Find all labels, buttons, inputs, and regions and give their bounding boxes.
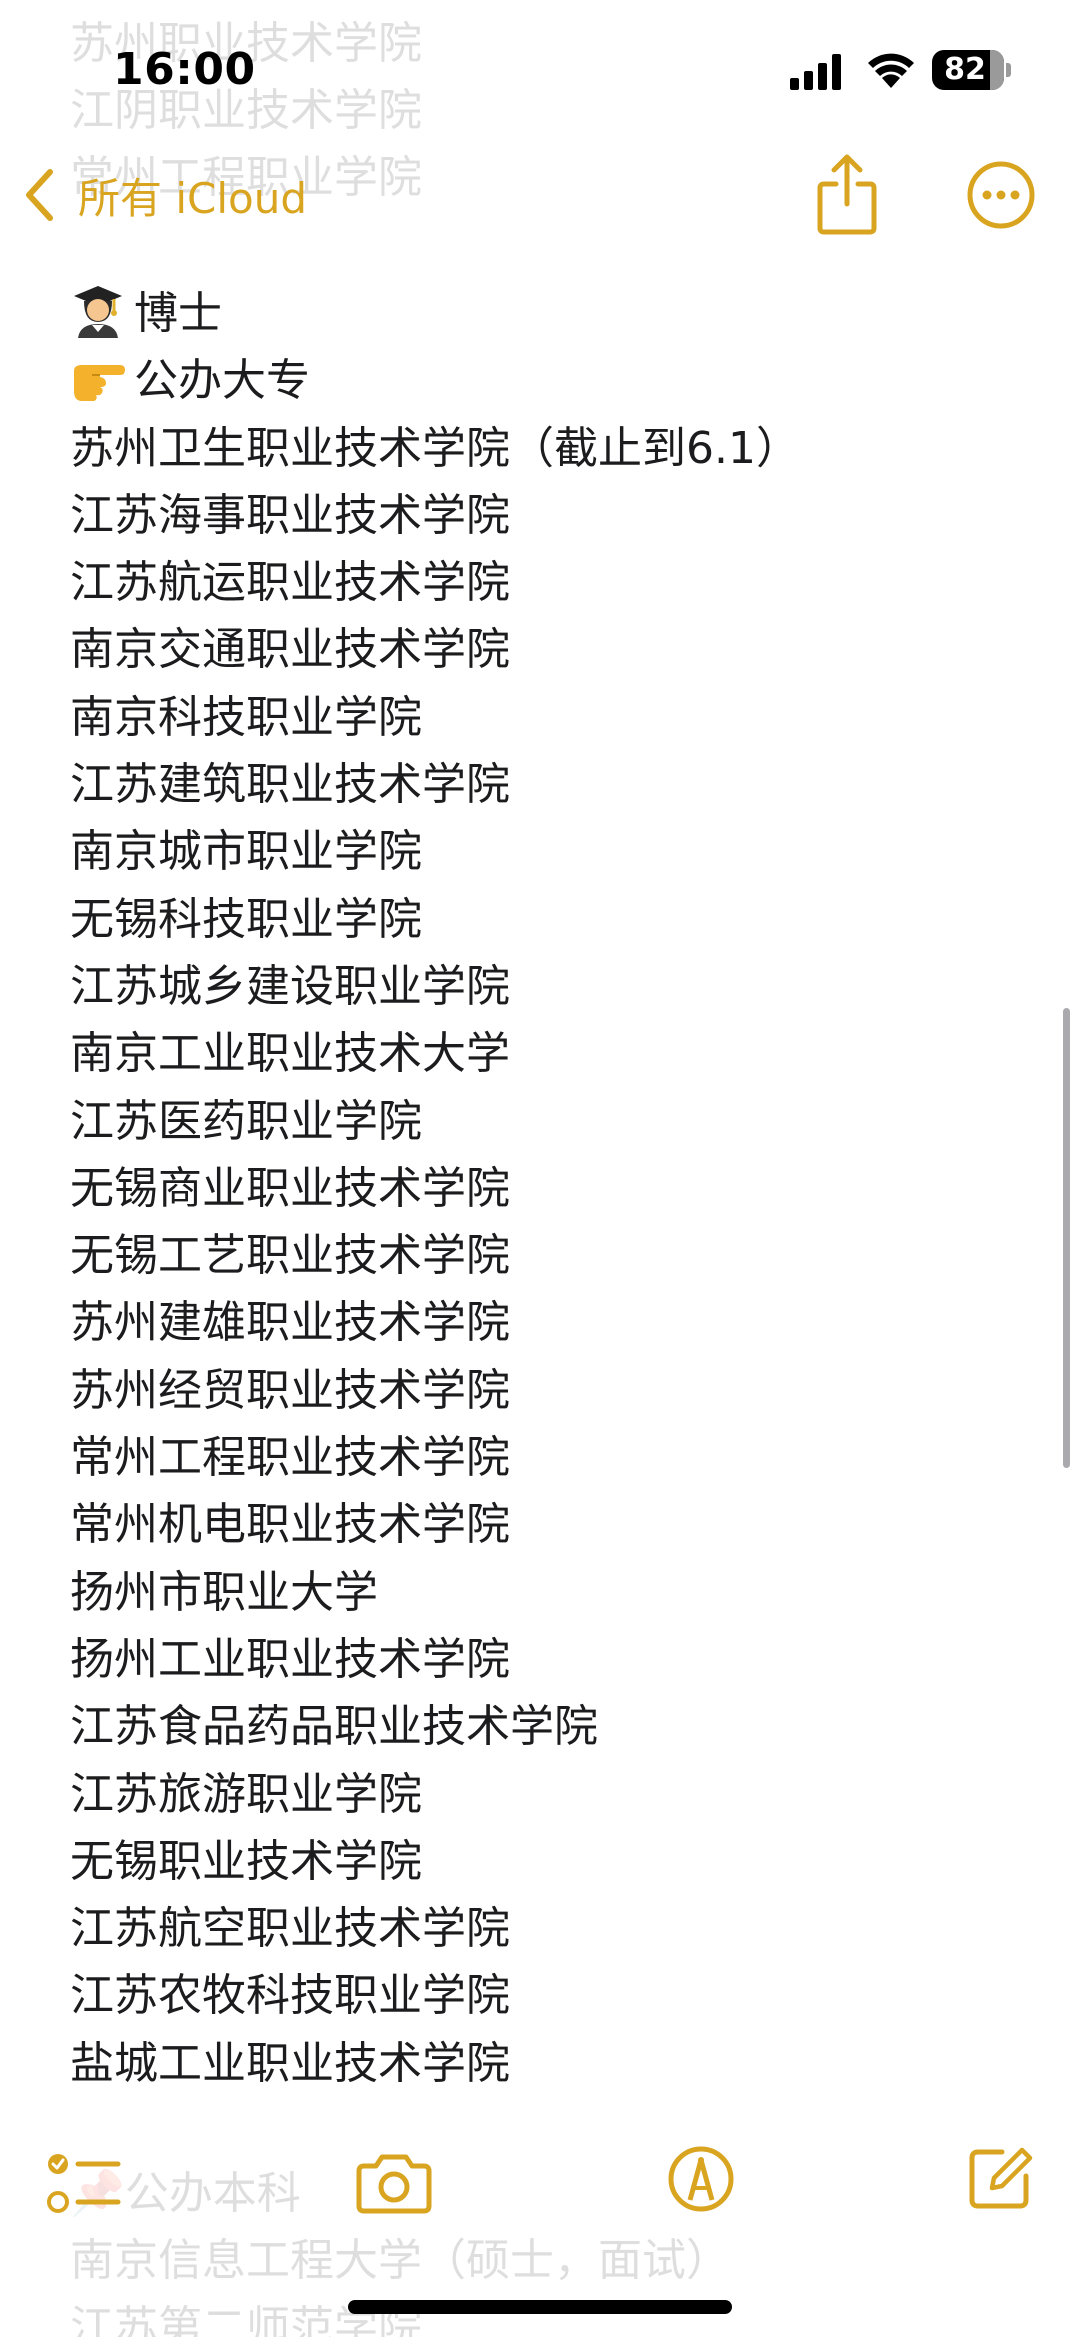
list-item: 江苏航空职业技术学院 [70,1903,510,1955]
list-item: 江苏农牧科技职业学院 [70,1970,510,2022]
note-heading-public-college: 公办大专 [70,347,1050,414]
pointing-hand-emoji-icon [74,365,125,402]
list-item: 苏州经贸职业技术学院 [70,1364,510,1416]
compose-icon[interactable] [968,2144,1034,2210]
list-item: 苏州卫生职业技术学院（截止到6.1） [70,422,800,474]
list-item: 江苏食品药品职业技术学院 [70,1701,598,1753]
list-item: 江苏海事职业技术学院 [70,489,510,541]
battery-indicator: 82 [932,50,1012,90]
list-item: 苏州建雄职业技术学院 [70,1297,510,1349]
status-time: 16:00 [113,44,256,95]
battery-icon: 82 [932,50,1004,90]
notes-screen: 苏州职业技术学院 江阴职业技术学院 常州工程职业学院 📌公办本科 南京信息工程大… [0,0,1080,2337]
list-item: 南京交通职业技术学院 [70,624,510,676]
note-heading-doctor: 博士 [70,280,1050,347]
scroll-indicator[interactable] [1063,1008,1070,1468]
list-item: 江苏医药职业学院 [70,1095,422,1147]
list-item: 扬州工业职业技术学院 [70,1633,510,1685]
list-item: 扬州市职业大学 [70,1566,378,1618]
list-item: 无锡科技职业学院 [70,893,422,945]
note-heading-text: 公办大专 [134,355,310,407]
list-item: 江苏航运职业技术学院 [70,557,510,609]
list-item: 常州工程职业技术学院 [70,1432,510,1484]
markup-pen-icon[interactable] [668,2144,734,2214]
list-item: 常州机电职业技术学院 [70,1499,510,1551]
note-heading-text: 博士 [134,288,222,339]
back-button[interactable]: 所有 iCloud [22,160,307,230]
checklist-icon[interactable] [46,2150,122,2220]
list-item: 江苏建筑职业技术学院 [70,759,510,811]
cellular-signal-icon [790,54,841,90]
battery-level: 82 [944,52,986,87]
camera-icon[interactable] [356,2150,432,2216]
note-body[interactable]: 博士 公办大专 苏州卫生职业技术学院（截止到6.1） 江苏海事职业技术学院 江苏… [70,280,1050,2097]
list-item: 南京城市职业学院 [70,826,422,878]
ellipsis-circle-icon[interactable] [966,160,1036,230]
back-label: 所有 iCloud [78,173,307,223]
chevron-left-icon [26,169,53,221]
list-item: 无锡职业技术学院 [70,1835,422,1887]
wifi-icon [868,53,914,88]
list-item: 江苏城乡建设职业学院 [70,960,510,1012]
list-item: 无锡商业职业技术学院 [70,1162,510,1214]
bottom-toolbar [0,2130,1080,2240]
graduate-emoji-icon [74,286,122,338]
share-icon[interactable] [816,152,878,238]
list-item: 盐城工业职业技术学院 [70,2037,510,2089]
home-indicator[interactable] [348,2300,732,2314]
navigation-bar: 所有 iCloud [0,140,1080,250]
list-item: 南京科技职业学院 [70,691,422,743]
list-item: 无锡工艺职业技术学院 [70,1230,510,1282]
list-item: 南京工业职业技术大学 [70,1028,510,1080]
list-item: 江苏旅游职业学院 [70,1768,422,1820]
status-bar: 16:00 82 [0,0,1080,140]
